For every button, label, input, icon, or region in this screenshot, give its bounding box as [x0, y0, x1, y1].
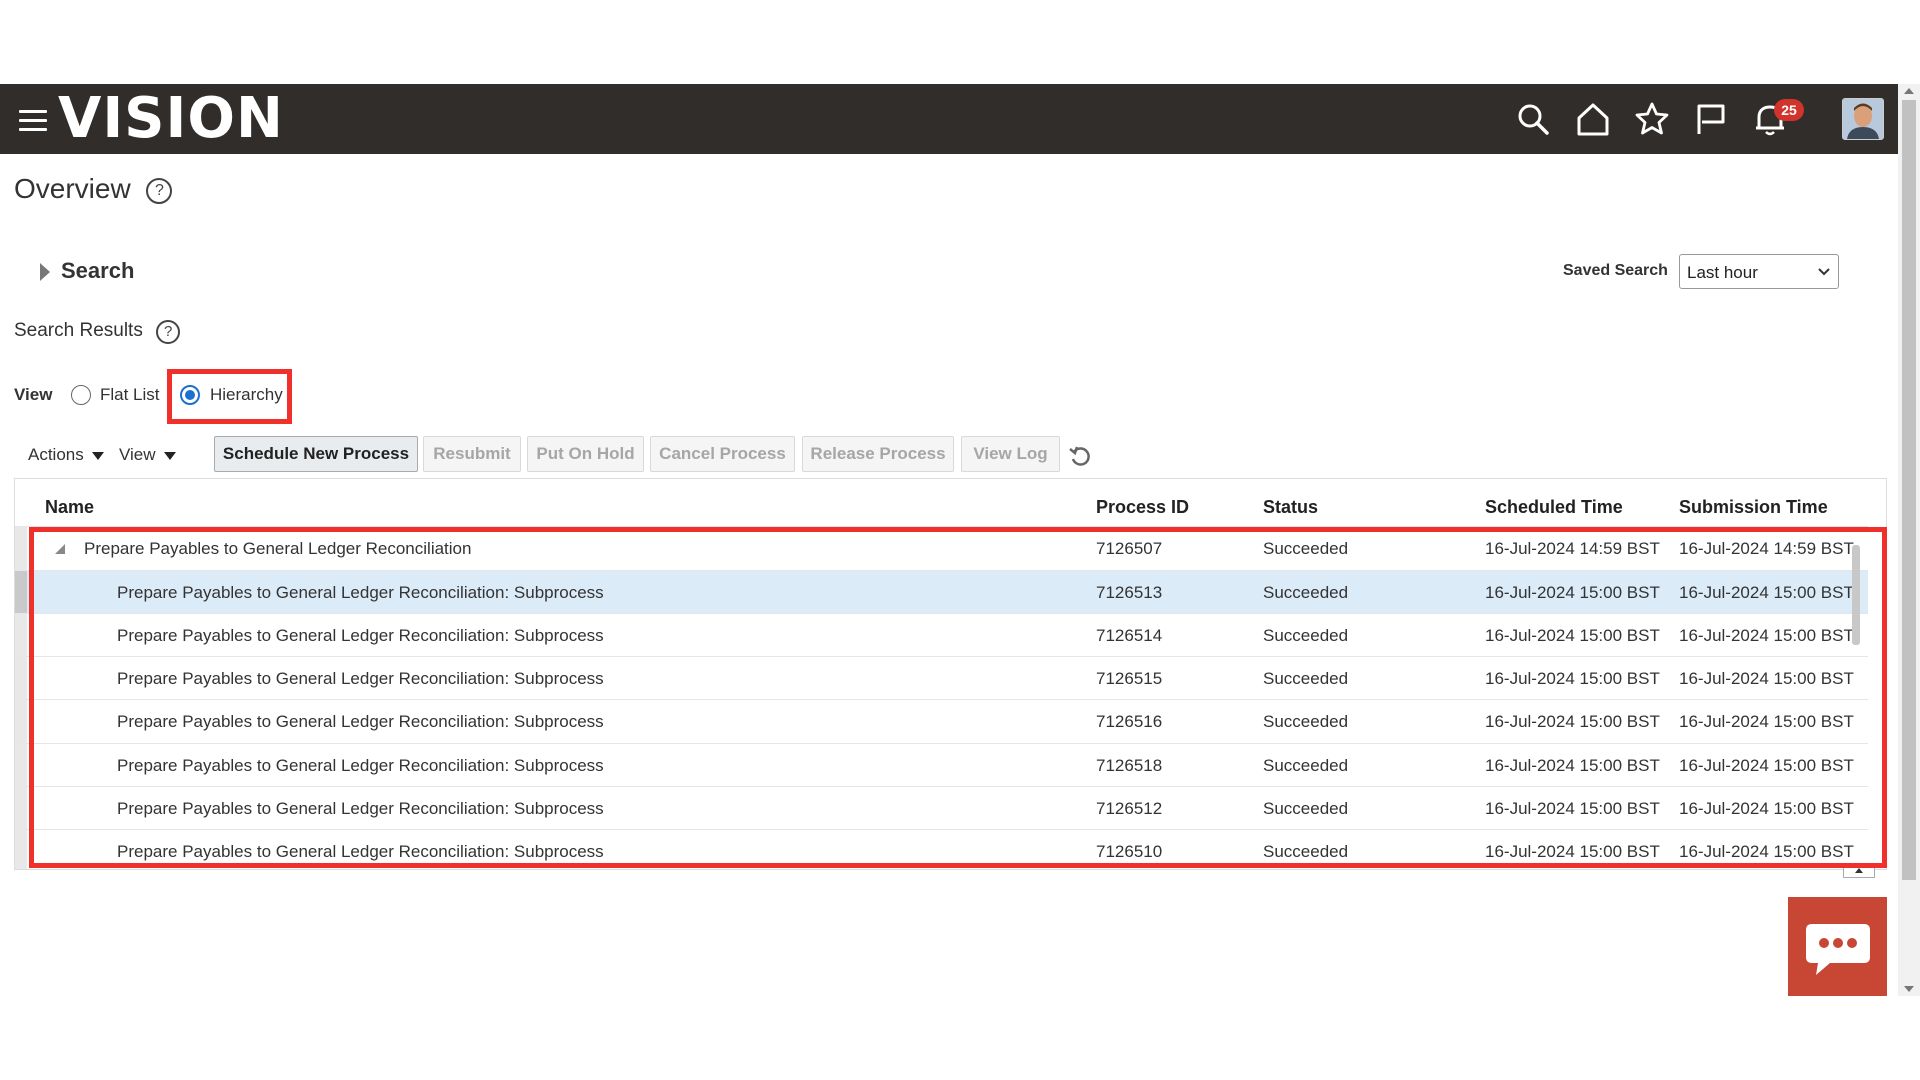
actions-menu[interactable]: Actions — [28, 445, 104, 465]
hierarchy-highlight-box — [167, 369, 292, 424]
page-scrollbar[interactable] — [1898, 84, 1920, 996]
row-selector[interactable] — [15, 830, 27, 869]
search-results-title: Search Results ? — [14, 320, 181, 344]
star-icon[interactable] — [1634, 101, 1670, 137]
flag-icon[interactable] — [1693, 101, 1729, 137]
cancel-process-button[interactable]: Cancel Process — [650, 436, 795, 472]
row-selector[interactable] — [15, 787, 27, 830]
chat-icon — [1806, 924, 1870, 975]
expand-search-icon[interactable] — [40, 263, 50, 281]
chevron-down-icon — [1818, 268, 1830, 276]
view-menu-label: View — [119, 445, 156, 464]
app-logo[interactable]: VISION — [58, 84, 284, 154]
user-avatar-icon — [1843, 99, 1883, 139]
row-selector[interactable] — [15, 700, 27, 743]
row-selector[interactable] — [15, 657, 27, 700]
release-process-button[interactable]: Release Process — [802, 436, 954, 472]
view-menu[interactable]: View — [119, 445, 176, 465]
saved-search-label: Saved Search — [1563, 262, 1668, 279]
schedule-new-process-button[interactable]: Schedule New Process — [214, 436, 418, 472]
avatar[interactable] — [1842, 98, 1884, 140]
saved-search-value: Last hour — [1687, 263, 1758, 282]
view-label: View — [14, 385, 53, 404]
column-header-name[interactable]: Name — [45, 497, 94, 518]
column-header-scheduled-time[interactable]: Scheduled Time — [1485, 497, 1623, 518]
global-header — [0, 84, 1898, 154]
resubmit-button[interactable]: Resubmit — [423, 436, 521, 472]
chat-button[interactable] — [1788, 897, 1887, 996]
flat-list-label[interactable]: Flat List — [100, 385, 160, 405]
search-section-toggle[interactable]: Search — [61, 258, 134, 284]
caret-up-icon — [1855, 868, 1863, 873]
row-selector[interactable] — [15, 571, 27, 614]
results-highlight-box — [29, 527, 1887, 868]
row-selector[interactable] — [15, 614, 27, 657]
home-icon[interactable] — [1575, 101, 1611, 137]
help-icon[interactable]: ? — [156, 320, 181, 344]
flat-list-radio[interactable] — [71, 385, 91, 405]
caret-down-icon — [91, 451, 104, 460]
saved-search-select[interactable]: Last hour — [1679, 254, 1839, 289]
row-selector[interactable] — [15, 527, 27, 570]
actions-menu-label: Actions — [28, 445, 84, 464]
column-header-submission-time[interactable]: Submission Time — [1679, 497, 1828, 518]
search-icon[interactable] — [1515, 101, 1551, 137]
notification-badge: 25 — [1774, 99, 1804, 121]
menu-icon[interactable] — [19, 110, 47, 132]
caret-down-icon — [163, 451, 176, 460]
refresh-icon[interactable] — [1068, 444, 1092, 468]
help-icon[interactable]: ? — [146, 178, 173, 204]
put-on-hold-button[interactable]: Put On Hold — [527, 436, 644, 472]
column-header-status[interactable]: Status — [1263, 497, 1318, 518]
search-results-label: Search Results — [14, 320, 143, 341]
row-selector[interactable] — [15, 744, 27, 787]
page-title: Overview ? — [14, 173, 173, 205]
column-header-process-id[interactable]: Process ID — [1096, 497, 1189, 518]
page-title-text: Overview — [14, 173, 131, 204]
view-log-button[interactable]: View Log — [961, 436, 1060, 472]
